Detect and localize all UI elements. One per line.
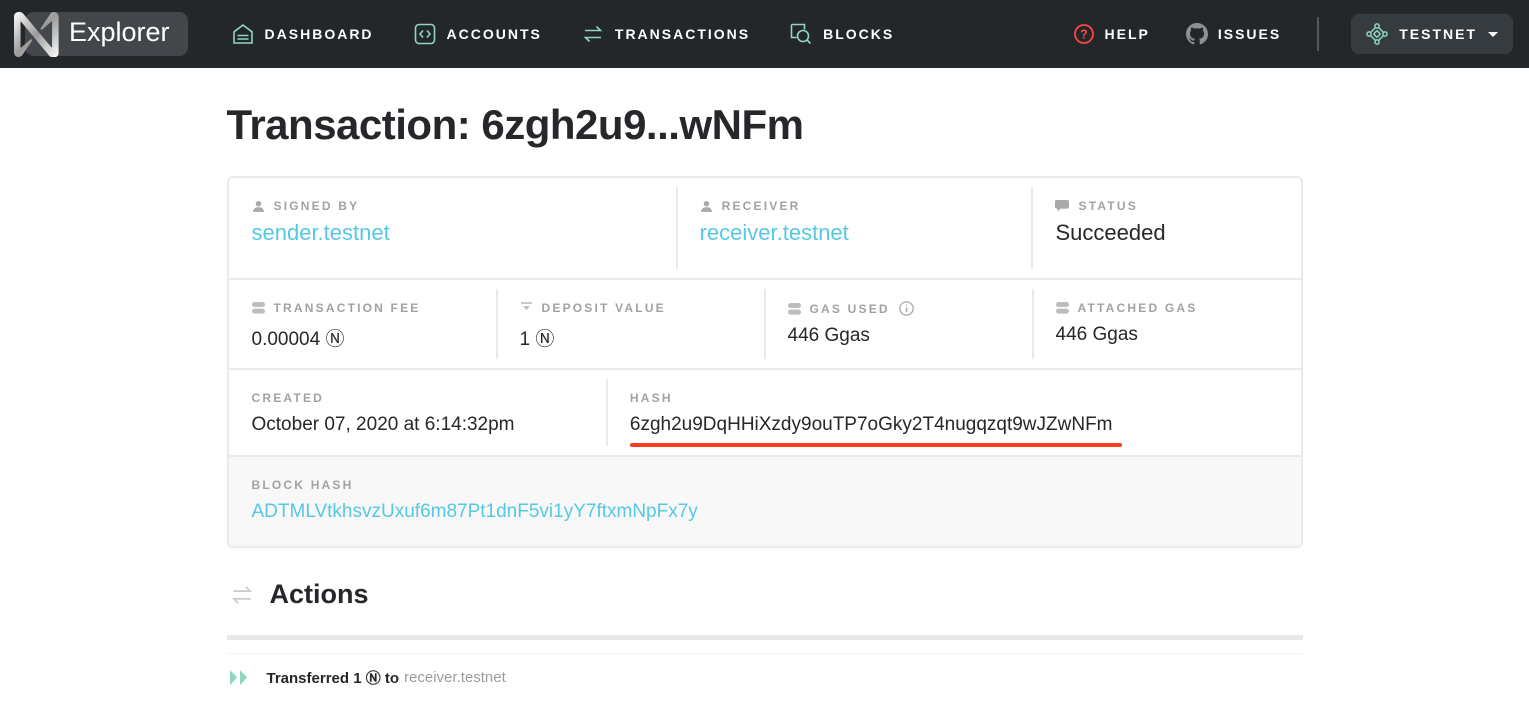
user-icon xyxy=(252,200,265,213)
coins-icon xyxy=(788,303,801,315)
receiver-account-link[interactable]: receiver.testnet xyxy=(700,220,849,245)
gas-used-label: GAS USED xyxy=(810,302,890,316)
brand-link[interactable]: Explorer xyxy=(14,12,188,57)
card-row-block-hash: BLOCK HASH ADTMLVtkhsvzUxuf6m87Pt1dnF5vi… xyxy=(229,455,1301,546)
receiver-label: RECEIVER xyxy=(722,199,801,213)
action-row: Transferred 1 Ⓝ to receiver.testnet xyxy=(227,653,1303,700)
main-content: Transaction: 6zgh2u9...wNFm SIGNED BY se… xyxy=(227,101,1303,700)
nav-item-label: DASHBOARD xyxy=(265,26,374,42)
nav-item-label: BLOCKS xyxy=(823,26,894,42)
help-icon: ? xyxy=(1073,23,1095,45)
hash-label: HASH xyxy=(630,391,673,405)
network-label: TESTNET xyxy=(1399,26,1477,42)
transaction-fee-label: TRANSACTION FEE xyxy=(274,301,421,315)
attached-gas-value: 446 Ggas xyxy=(1056,324,1283,346)
status-label: STATUS xyxy=(1078,199,1137,213)
status-bubble-icon xyxy=(1055,200,1069,213)
transaction-fee-label-row: TRANSACTION FEE xyxy=(252,301,479,315)
hash-annotation-underline xyxy=(630,443,1122,447)
info-icon[interactable] xyxy=(899,301,914,316)
blocks-icon xyxy=(790,23,812,45)
user-icon xyxy=(700,200,713,213)
card-row-created-hash: CREATED October 07, 2020 at 6:14:32pm HA… xyxy=(229,368,1301,455)
block-hash-label: BLOCK HASH xyxy=(252,478,354,492)
issues-link[interactable]: ISSUES xyxy=(1186,23,1281,45)
actions-title: Actions xyxy=(270,579,369,610)
attached-gas-label: ATTACHED GAS xyxy=(1078,301,1198,315)
nav-item-transactions[interactable]: TRANSACTIONS xyxy=(582,23,750,45)
hash-label-row: HASH xyxy=(630,391,1283,405)
status-label-row: STATUS xyxy=(1055,199,1282,213)
transactions-icon xyxy=(582,23,604,45)
card-row-identity: SIGNED BY sender.testnet RECEIVER receiv… xyxy=(229,178,1301,278)
signed-by-account-link[interactable]: sender.testnet xyxy=(252,220,390,245)
page: Explorer DASHBOARD ACCOUNTS TRANSACTIONS xyxy=(0,0,1529,720)
accounts-icon xyxy=(414,23,436,45)
help-link[interactable]: ? HELP xyxy=(1073,23,1150,45)
nav-item-blocks[interactable]: BLOCKS xyxy=(790,23,894,45)
attached-gas-label-row: ATTACHED GAS xyxy=(1056,301,1283,315)
transaction-fee-value: 0.00004 Ⓝ xyxy=(252,324,479,351)
gas-used-cell: GAS USED 446 Ggas xyxy=(765,280,1033,368)
signed-by-label: SIGNED BY xyxy=(274,199,360,213)
nav-item-label: TRANSACTIONS xyxy=(615,26,750,42)
chevron-down-icon xyxy=(1488,32,1498,42)
action-receiver-link[interactable]: receiver.testnet xyxy=(404,669,506,686)
nav-menu: DASHBOARD ACCOUNTS TRANSACTIONS BLOCKS xyxy=(232,23,935,45)
created-label: CREATED xyxy=(252,391,325,405)
github-icon xyxy=(1186,23,1208,45)
help-label: HELP xyxy=(1105,26,1150,42)
receiver-cell: RECEIVER receiver.testnet xyxy=(677,178,1033,278)
transaction-details-card: SIGNED BY sender.testnet RECEIVER receiv… xyxy=(227,176,1303,548)
actions-divider xyxy=(227,635,1303,640)
coins-icon xyxy=(252,302,265,314)
gas-used-value: 446 Ggas xyxy=(788,325,1015,347)
hash-value: 6zgh2u9DqHHiXzdy9ouTP7oGky2T4nugqzqt9wJZ… xyxy=(630,414,1283,436)
actions-icon xyxy=(227,583,257,607)
signed-by-cell: SIGNED BY sender.testnet xyxy=(229,178,677,278)
near-logo-icon xyxy=(14,12,59,57)
status-cell: STATUS Succeeded xyxy=(1032,178,1300,278)
deposit-value-cell: DEPOSIT VALUE 1 Ⓝ xyxy=(497,280,765,368)
nav-item-label: ACCOUNTS xyxy=(447,26,542,42)
nav-item-accounts[interactable]: ACCOUNTS xyxy=(414,23,542,45)
created-value: October 07, 2020 at 6:14:32pm xyxy=(252,414,589,436)
status-value: Succeeded xyxy=(1055,220,1282,246)
block-hash-link[interactable]: ADTMLVtkhsvzUxuf6m87Pt1dnF5vi1yY7ftxmNpF… xyxy=(252,501,698,522)
transfer-chevrons-icon xyxy=(229,670,251,685)
issues-label: ISSUES xyxy=(1218,26,1281,42)
nav-right: ? HELP ISSUES TESTNET xyxy=(1073,14,1513,54)
created-cell: CREATED October 07, 2020 at 6:14:32pm xyxy=(229,370,607,455)
network-selector-button[interactable]: TESTNET xyxy=(1351,14,1513,54)
filter-icon xyxy=(520,302,533,314)
nav-divider xyxy=(1317,17,1319,51)
page-title: Transaction: 6zgh2u9...wNFm xyxy=(227,101,1303,149)
transaction-fee-cell: TRANSACTION FEE 0.00004 Ⓝ xyxy=(229,280,497,368)
attached-gas-cell: ATTACHED GAS 446 Ggas xyxy=(1033,280,1301,368)
svg-text:?: ? xyxy=(1080,28,1088,42)
signed-by-label-row: SIGNED BY xyxy=(252,199,659,213)
block-hash-label-row: BLOCK HASH xyxy=(252,478,1283,492)
deposit-value-label-row: DEPOSIT VALUE xyxy=(520,301,747,315)
deposit-value-value: 1 Ⓝ xyxy=(520,324,747,351)
nav-item-dashboard[interactable]: DASHBOARD xyxy=(232,23,374,45)
network-icon xyxy=(1366,23,1388,45)
gas-used-label-row: GAS USED xyxy=(788,301,1015,316)
actions-header: Actions xyxy=(227,579,1303,610)
created-label-row: CREATED xyxy=(252,391,589,405)
action-description: Transferred 1 Ⓝ to xyxy=(267,667,400,688)
block-hash-cell: BLOCK HASH ADTMLVtkhsvzUxuf6m87Pt1dnF5vi… xyxy=(229,457,1301,546)
deposit-value-label: DEPOSIT VALUE xyxy=(542,301,666,315)
dashboard-icon xyxy=(232,23,254,45)
coins-icon xyxy=(1056,302,1069,314)
card-row-gas: TRANSACTION FEE 0.00004 Ⓝ DEPOSIT VALUE … xyxy=(229,278,1301,368)
navbar: Explorer DASHBOARD ACCOUNTS TRANSACTIONS xyxy=(0,0,1529,68)
receiver-label-row: RECEIVER xyxy=(700,199,1015,213)
hash-cell: HASH 6zgh2u9DqHHiXzdy9ouTP7oGky2T4nugqzq… xyxy=(607,370,1301,455)
